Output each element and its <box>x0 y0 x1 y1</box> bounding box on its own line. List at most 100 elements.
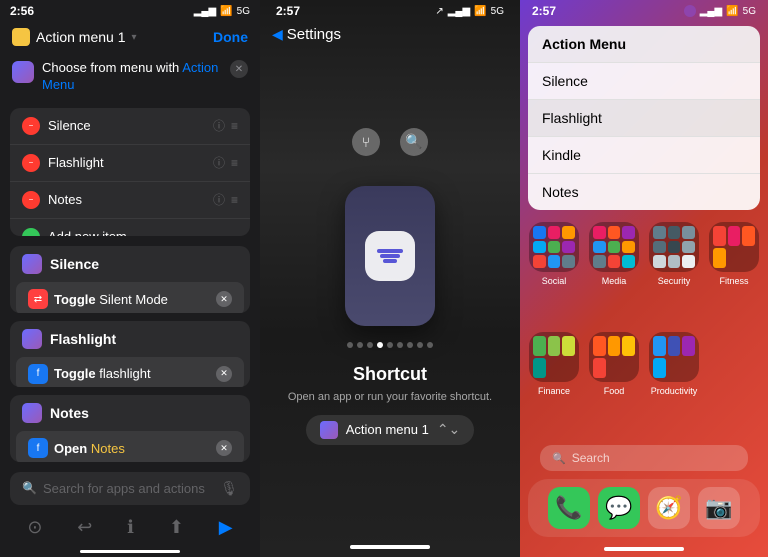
folder-icon-social <box>529 222 579 272</box>
battery-icon-3: 5G <box>743 6 756 17</box>
action-menu-item-silence[interactable]: Silence <box>528 63 760 100</box>
shortcut-name: Action menu 1 <box>36 29 126 45</box>
info-icon-flashlight[interactable]: ⓘ <box>213 154 225 171</box>
shortcut-icon <box>12 28 30 46</box>
wifi-icon: 📶 <box>220 6 232 17</box>
folder-label-finance: Finance <box>538 386 570 396</box>
silence-label: Silence <box>48 118 213 133</box>
stack-icon <box>365 231 415 281</box>
toolbar-btn-1[interactable]: ⊙ <box>27 517 42 538</box>
action-menu-item-flashlight[interactable]: Flashlight <box>528 100 760 137</box>
open-notes-text: Open Notes <box>54 441 210 456</box>
folder-icon-fitness <box>709 222 759 272</box>
dock-messages[interactable]: 💬 <box>598 487 640 529</box>
folder-icon-food <box>589 332 639 382</box>
close-silence-action[interactable]: ✕ <box>216 291 232 307</box>
toggle-icon: ⇄ <box>28 289 48 309</box>
dot-1 <box>347 342 353 348</box>
toggle-flashlight-row[interactable]: f Toggle flashlight ✕ <box>16 357 244 387</box>
status-bar-1: 2:56 ▂▄▆ 📶 5G <box>0 0 260 22</box>
search-placeholder-3: Search <box>572 451 610 465</box>
folder-productivity[interactable]: Productivity <box>648 332 700 434</box>
wifi-icon-2: 📶 <box>474 6 486 17</box>
status-time-1: 2:56 <box>10 4 34 18</box>
siri-icon <box>684 5 696 17</box>
dock-camera[interactable]: 📷 <box>698 487 740 529</box>
widget-settings-panel: 2:57 ↗ ▂▄▆ 📶 5G ◀ Settings ⑂ 🔍 <box>260 0 520 557</box>
open-notes-row[interactable]: f Open Notes ✕ <box>16 431 244 461</box>
dot-2 <box>357 342 363 348</box>
folder-social[interactable]: Social <box>528 222 580 324</box>
folder-security[interactable]: Security <box>648 222 700 324</box>
fork-icon: ⑂ <box>352 128 380 156</box>
notes-label: Notes <box>48 192 213 207</box>
close-notes-action[interactable]: ✕ <box>216 440 232 456</box>
shortcut-widget[interactable] <box>345 186 435 326</box>
action-selector[interactable]: Action menu 1 ⌃⌄ <box>306 415 475 445</box>
widget-title: Shortcut <box>353 364 427 385</box>
home-search-bar[interactable]: 🔍 Search <box>540 445 748 471</box>
folder-fitness[interactable]: Fitness <box>708 222 760 324</box>
dot-5 <box>387 342 393 348</box>
notes-header-icon <box>22 403 42 423</box>
dock-safari[interactable]: 🧭 <box>648 487 690 529</box>
folder-icon-media <box>589 222 639 272</box>
action-menu-item-title: Action Menu <box>528 26 760 63</box>
search-bar-1[interactable]: 🔍 Search for apps and actions 🎙 <box>10 472 250 505</box>
folder-finance[interactable]: Finance <box>528 332 580 434</box>
status-bar-3: 2:57 ▂▄▆ 📶 5G <box>520 0 768 22</box>
widget-top-icons: ⑂ 🔍 <box>352 128 428 156</box>
dot-8 <box>417 342 423 348</box>
info-icon-silence[interactable]: ⓘ <box>213 117 225 134</box>
dot-7 <box>407 342 413 348</box>
action-menu-item-kindle[interactable]: Kindle <box>528 137 760 174</box>
flashlight-dot: − <box>22 154 40 172</box>
action-menu-item-notes[interactable]: Notes <box>528 174 760 210</box>
action-selector-icon <box>320 421 338 439</box>
choose-text: Choose from menu with Action Menu <box>42 60 222 94</box>
location-icon: ↗ <box>435 6 443 17</box>
flashlight-header-text: Flashlight <box>50 331 116 347</box>
info-icon-notes[interactable]: ⓘ <box>213 191 225 208</box>
silence-action-header: Silence <box>10 246 250 282</box>
panel2-content: 2:57 ↗ ▂▄▆ 📶 5G ◀ Settings ⑂ 🔍 <box>260 0 520 557</box>
dock-phone[interactable]: 📞 <box>548 487 590 529</box>
folder-icon-security <box>649 222 699 272</box>
toolbar-btn-3[interactable]: ℹ <box>127 517 134 538</box>
menu-item-silence[interactable]: − Silence ⓘ ≡ <box>10 108 250 145</box>
toggle-flashlight-text: Toggle flashlight <box>54 366 210 381</box>
notes-header-text: Notes <box>50 405 89 421</box>
toolbar-btn-play[interactable]: ▶ <box>219 517 233 538</box>
search-icon-3: 🔍 <box>552 452 566 465</box>
toggle-silent-row[interactable]: ⇄ Toggle Silent Mode ✕ <box>16 282 244 312</box>
done-button[interactable]: Done <box>213 29 248 45</box>
signal-icon-3: ▂▄▆ <box>700 6 722 17</box>
flashlight-action-header: Flashlight <box>10 321 250 357</box>
p2-nav-title: Settings <box>287 26 341 43</box>
action-menu-overlay: Action Menu Silence Flashlight Kindle No… <box>528 26 760 210</box>
silence-action-block: Silence ⇄ Toggle Silent Mode ✕ <box>10 246 250 312</box>
choose-icon <box>12 61 34 83</box>
dot-4 <box>377 342 383 348</box>
mic-icon[interactable]: 🎙 <box>220 480 238 497</box>
menu-item-add-new[interactable]: Add new item <box>10 219 250 236</box>
menu-items-list: − Silence ⓘ ≡ − Flashlight ⓘ ≡ − Notes ⓘ… <box>10 108 250 236</box>
chevron-down-icon: ▾ <box>132 32 137 43</box>
status-icons-2: ↗ ▂▄▆ 📶 5G <box>435 6 504 17</box>
page-dots <box>347 342 433 348</box>
toolbar-btn-4[interactable]: ⬆ <box>169 517 184 538</box>
folder-food[interactable]: Food <box>588 332 640 434</box>
shortcut-title: Action menu 1 ▾ <box>12 28 137 46</box>
close-choose-button[interactable]: ✕ <box>230 60 248 78</box>
menu-item-notes[interactable]: − Notes ⓘ ≡ <box>10 182 250 219</box>
status-icons-1: ▂▄▆ 📶 5G <box>194 6 250 17</box>
back-button-2[interactable]: ◀ <box>272 26 283 43</box>
toolbar-btn-2[interactable]: ↩ <box>77 517 92 538</box>
menu-item-flashlight[interactable]: − Flashlight ⓘ ≡ <box>10 145 250 182</box>
home-indicator-2 <box>350 545 430 549</box>
close-flashlight-action[interactable]: ✕ <box>216 366 232 382</box>
folder-media[interactable]: Media <box>588 222 640 324</box>
notes-dot: − <box>22 191 40 209</box>
flashlight-header-icon <box>22 329 42 349</box>
flashlight-toggle-icon: f <box>28 364 48 384</box>
